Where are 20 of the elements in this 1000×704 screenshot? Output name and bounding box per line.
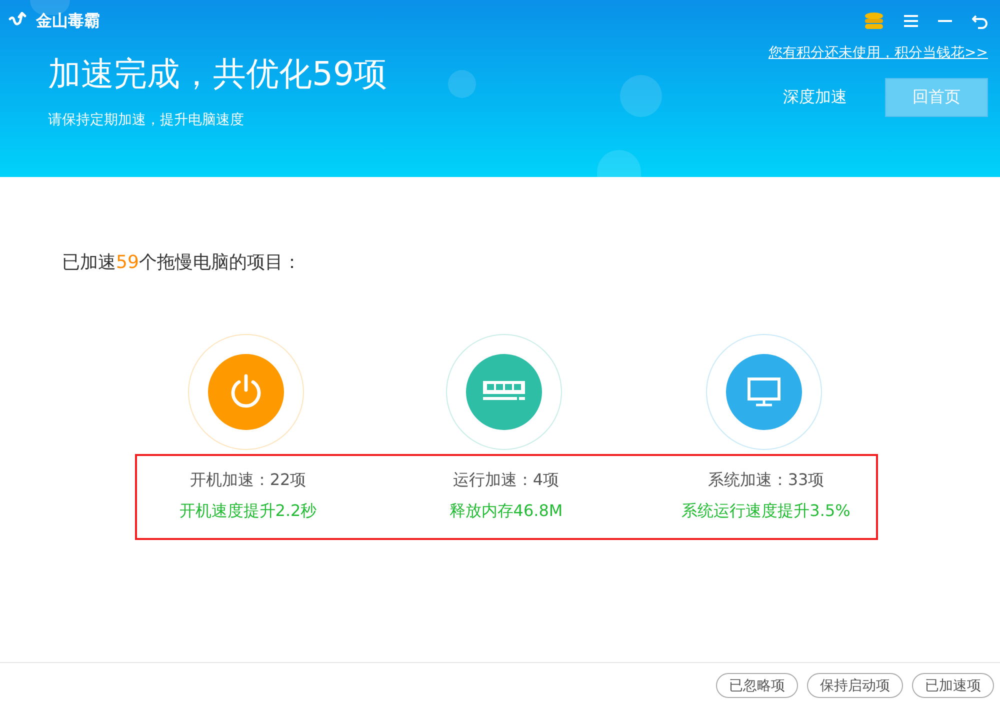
decorative-bubble (620, 75, 662, 117)
category-count: 运行加速：4项 (452, 470, 560, 491)
filter-button[interactable]: 保持启动项 (807, 673, 903, 698)
decorative-bubble (448, 70, 476, 98)
category-result: 开机速度提升2.2秒 (179, 501, 317, 522)
decorative-bubble (597, 150, 641, 177)
coins-icon[interactable] (864, 12, 884, 30)
back-icon[interactable] (972, 13, 988, 29)
summary-text: 已加速59个拖慢电脑的项目： (62, 251, 302, 274)
result-title: 加速完成，共优化59项 (48, 53, 387, 95)
app-name: 金山毒霸 (36, 10, 100, 32)
minimize-icon[interactable] (938, 19, 952, 23)
menu-icon[interactable] (904, 15, 918, 27)
category-result: 释放内存46.8M (449, 501, 563, 522)
result-subtitle: 请保持定期加速，提升电脑速度 (48, 111, 245, 129)
category-result: 系统运行速度提升3.5% (682, 501, 850, 522)
category-count: 开机加速：22项 (190, 470, 306, 491)
filter-button[interactable]: 已加速项 (912, 673, 994, 698)
filter-button[interactable]: 已忽略项 (716, 673, 798, 698)
category-count: 系统加速：33项 (708, 470, 824, 491)
